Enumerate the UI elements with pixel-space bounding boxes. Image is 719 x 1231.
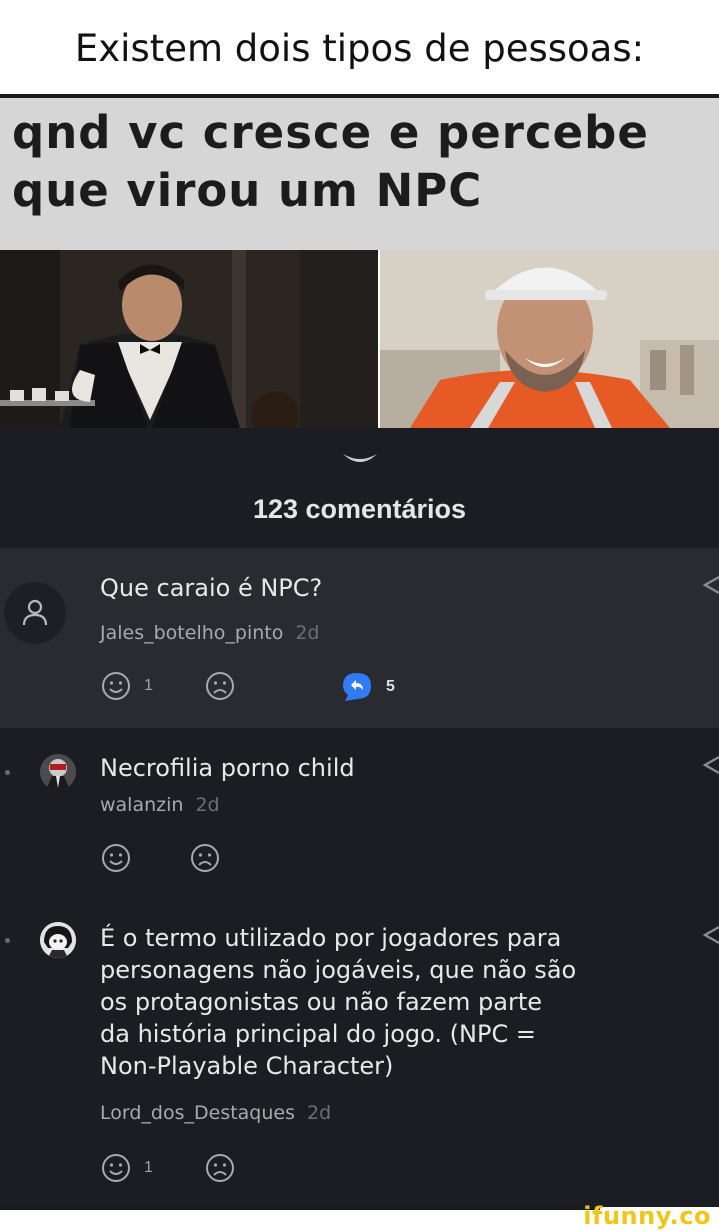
meme-line-2: que virou um NPC bbox=[12, 164, 483, 217]
comment-age: 2d bbox=[307, 1102, 332, 1124]
frown-icon[interactable] bbox=[204, 1152, 236, 1184]
comment-text: É o termo utilizado por jogadores para p… bbox=[100, 922, 576, 1082]
frown-reaction[interactable] bbox=[189, 842, 221, 874]
comment-age: 2d bbox=[295, 622, 320, 644]
comment-age: 2d bbox=[195, 794, 220, 816]
user-avatar[interactable] bbox=[40, 922, 76, 958]
collapse-chevron-icon[interactable] bbox=[340, 450, 380, 471]
comment-text-line: Non-Playable Character) bbox=[100, 1052, 394, 1080]
frown-icon[interactable] bbox=[189, 842, 221, 874]
meme-text: qnd vc cresce e percebe que virou um NPC bbox=[12, 104, 649, 220]
comment-author[interactable]: Jales_botelho_pinto 2d bbox=[100, 622, 320, 644]
comment-text: Necrofilia porno child bbox=[100, 754, 355, 782]
smile-reaction[interactable]: 1 bbox=[100, 670, 153, 702]
comment-username[interactable]: Jales_botelho_pinto bbox=[100, 622, 283, 644]
comment-thread-1: Que caraio é NPC? Jales_botelho_pinto 2d … bbox=[0, 548, 719, 728]
ifunny-watermark: ifunny.co bbox=[583, 1202, 711, 1230]
frown-reaction[interactable] bbox=[204, 1152, 236, 1184]
smile-icon[interactable] bbox=[100, 842, 132, 874]
reply-count: 5 bbox=[386, 678, 395, 695]
reply-marker bbox=[5, 770, 10, 775]
smile-count: 1 bbox=[144, 677, 153, 694]
smile-count: 1 bbox=[144, 1159, 153, 1176]
meme-caption: Existem dois tipos de pessoas: bbox=[0, 0, 719, 96]
default-avatar-icon[interactable] bbox=[4, 582, 66, 644]
comments-screen: 123 comentários Que caraio é NPC? Jales_… bbox=[0, 428, 719, 1208]
user-avatar[interactable] bbox=[40, 754, 76, 790]
smile-icon[interactable] bbox=[100, 670, 132, 702]
reply-marker bbox=[5, 938, 10, 943]
meme-text-panel: qnd vc cresce e percebe que virou um NPC bbox=[0, 98, 719, 250]
waiter-photo bbox=[0, 250, 378, 428]
comment-text: Que caraio é NPC? bbox=[100, 574, 323, 602]
bottom-divider bbox=[0, 1207, 600, 1210]
comment-author[interactable]: walanzin 2d bbox=[100, 794, 220, 816]
comments-count: 123 comentários bbox=[252, 494, 467, 524]
comment-text-line: É o termo utilizado por jogadores para bbox=[100, 924, 562, 952]
comment-text-line: os protagonistas ou não fazem parte bbox=[100, 988, 543, 1016]
reply-bubble-icon[interactable] bbox=[340, 670, 374, 704]
replies-button[interactable]: 5 bbox=[340, 670, 395, 704]
comment-author[interactable]: Lord_dos_Destaques 2d bbox=[100, 1102, 331, 1124]
worker-photo bbox=[380, 250, 719, 428]
comment-username[interactable]: walanzin bbox=[100, 794, 183, 816]
comment-text-line: da história principal do jogo. (NPC = bbox=[100, 1020, 536, 1048]
share-icon[interactable] bbox=[702, 754, 719, 776]
meme-line-1: qnd vc cresce e percebe bbox=[12, 106, 649, 159]
comment-text-line: personagens não jogáveis, que não são bbox=[100, 956, 577, 984]
smile-reaction[interactable]: 1 bbox=[100, 1152, 153, 1184]
share-icon[interactable] bbox=[702, 924, 719, 946]
comment-username[interactable]: Lord_dos_Destaques bbox=[100, 1102, 295, 1124]
smile-icon[interactable] bbox=[100, 1152, 132, 1184]
frown-icon[interactable] bbox=[204, 670, 236, 702]
smile-reaction[interactable] bbox=[100, 842, 132, 874]
share-icon[interactable] bbox=[702, 574, 719, 596]
frown-reaction[interactable] bbox=[204, 670, 236, 702]
